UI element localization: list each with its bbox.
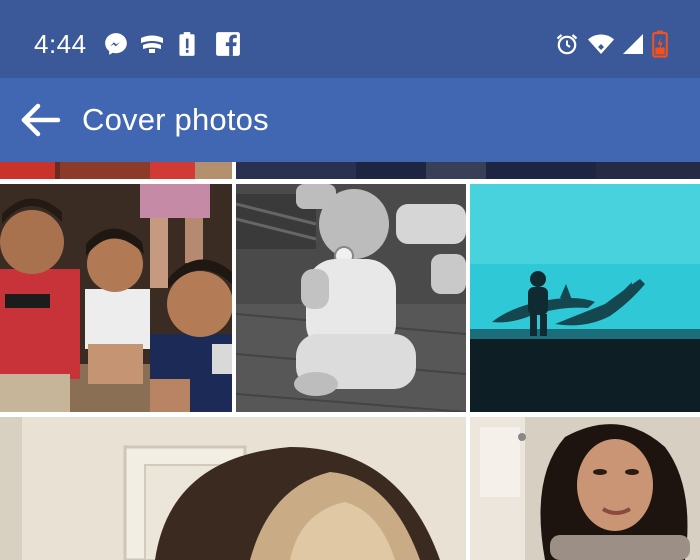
photo-tile-three-boys[interactable] — [0, 184, 232, 412]
chat-heads-icon — [137, 31, 167, 57]
photo-tile-woman[interactable] — [470, 417, 700, 560]
page-title: Cover photos — [82, 102, 269, 137]
cellular-signal-icon — [621, 31, 645, 57]
wifi-icon — [587, 31, 615, 57]
alert-battery-icon — [176, 31, 198, 57]
screen: 4:44 Cover photos — [0, 0, 700, 560]
battery-charging-icon — [651, 30, 669, 58]
back-button[interactable] — [14, 96, 66, 144]
app-bar: Cover photos — [0, 78, 700, 162]
facebook-icon — [215, 31, 241, 57]
alarm-icon — [555, 31, 579, 57]
photo-tile-dolphins[interactable] — [470, 184, 700, 412]
status-time: 4:44 — [34, 29, 87, 59]
photo-tile-baby[interactable] — [236, 184, 466, 412]
status-bar: 4:44 — [0, 0, 700, 78]
photo-tile-partial-right[interactable] — [236, 162, 700, 179]
messenger-icon — [103, 31, 129, 57]
arrow-back-icon — [14, 96, 66, 144]
photo-tile-selfie[interactable] — [0, 417, 466, 560]
photo-tile-partial-left[interactable] — [0, 162, 232, 179]
